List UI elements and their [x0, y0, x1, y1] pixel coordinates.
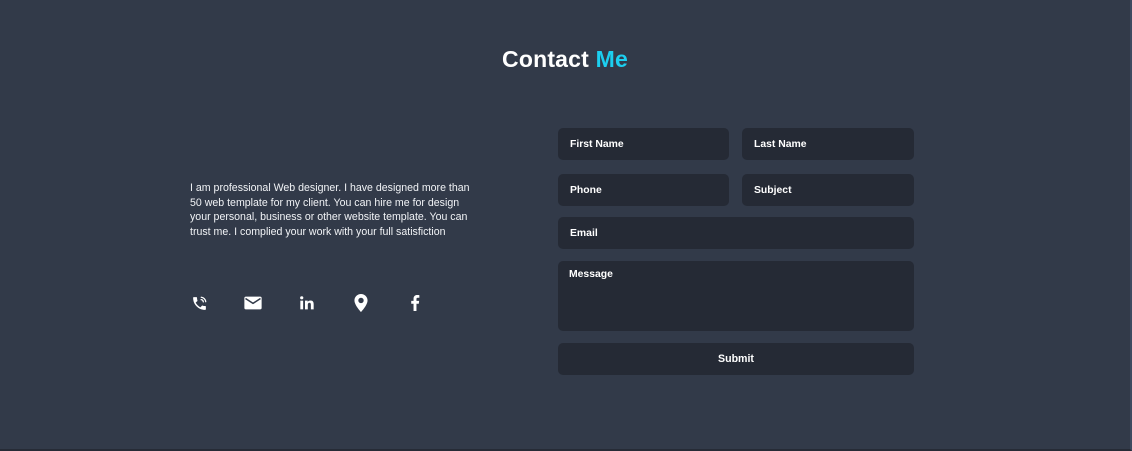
facebook-icon — [411, 295, 420, 311]
location-link[interactable] — [351, 293, 371, 313]
first-name-field[interactable] — [558, 128, 729, 160]
subject-field[interactable] — [742, 174, 914, 206]
title-accent: Me — [595, 46, 628, 72]
intro-text: I am professional Web designer. I have d… — [190, 182, 470, 239]
phone-link[interactable] — [189, 293, 209, 313]
phone-icon — [192, 296, 206, 310]
linkedin-link[interactable] — [297, 293, 317, 313]
page-title: Contact Me — [0, 46, 1130, 73]
mail-icon — [244, 296, 262, 310]
facebook-link[interactable] — [405, 293, 425, 313]
last-name-field[interactable] — [742, 128, 914, 160]
email-link[interactable] — [243, 293, 263, 313]
location-pin-icon — [354, 294, 368, 312]
social-links — [189, 293, 425, 313]
submit-button[interactable]: Submit — [558, 343, 914, 375]
message-field[interactable] — [558, 261, 914, 331]
phone-field[interactable] — [558, 174, 729, 206]
email-field[interactable] — [558, 217, 914, 249]
title-main: Contact — [502, 46, 590, 72]
contact-section: Contact Me I am professional Web designe… — [0, 0, 1132, 451]
linkedin-icon — [300, 296, 314, 310]
